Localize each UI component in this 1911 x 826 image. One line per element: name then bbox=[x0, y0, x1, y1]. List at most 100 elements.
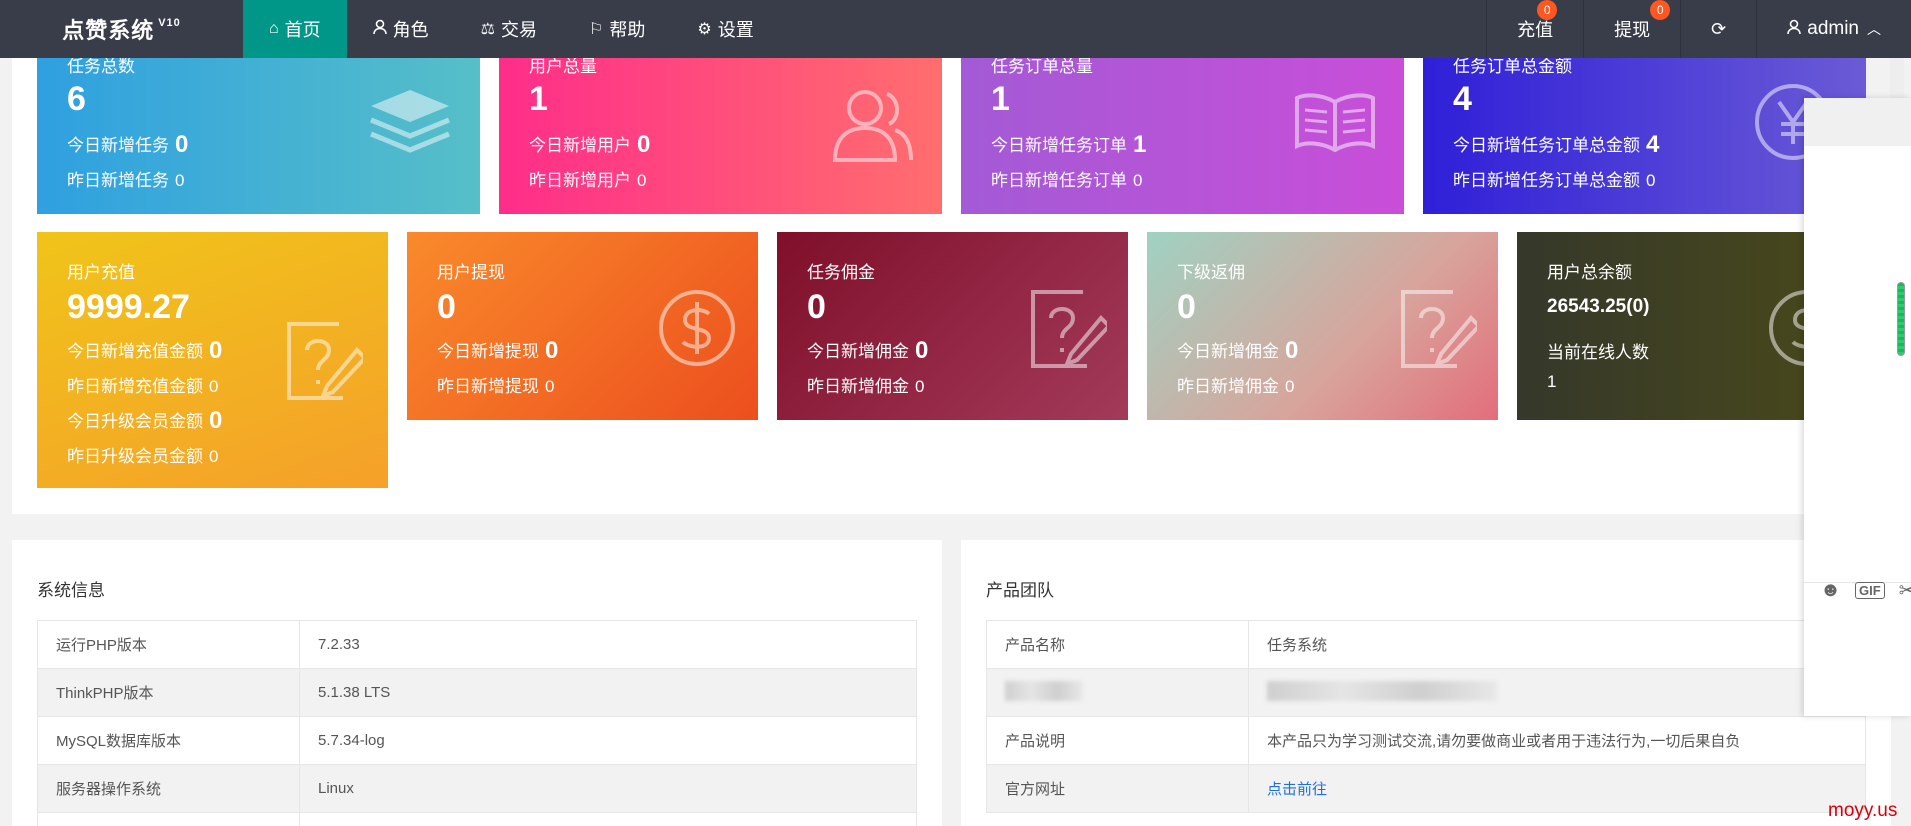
card-line-label: 今日新增任务订单 bbox=[991, 136, 1127, 155]
card-value: 26543.25(0) bbox=[1547, 296, 1650, 317]
nav-label: 帮助 bbox=[609, 20, 646, 40]
user-menu[interactable]: admin ︿ bbox=[1756, 0, 1911, 58]
card-withdraw: 用户提现 0 今日新增提现 0 昨日新增提现 0 bbox=[407, 232, 758, 420]
blurred-text bbox=[1005, 680, 1083, 701]
blurred-text bbox=[1267, 680, 1497, 701]
card-line-label: 今日新增任务 bbox=[67, 136, 169, 155]
recharge-badge: 0 bbox=[1537, 0, 1558, 20]
brand-logo[interactable]: 点赞系统 V10 bbox=[0, 0, 243, 58]
card-line-label: 今日新增任务订单总金额 bbox=[1453, 136, 1640, 155]
card-value: 1 bbox=[991, 80, 1010, 118]
card-line-value: 0 bbox=[637, 131, 651, 158]
table-cell-label: 服务器操作系统 bbox=[37, 764, 300, 813]
withdraw-button[interactable]: 提现 0 bbox=[1583, 0, 1680, 58]
edit-question-icon bbox=[287, 322, 363, 400]
card-line-value: 1 bbox=[1133, 131, 1147, 158]
product-team-table: 产品名称 任务系统 产品说明 本产品只为学习测试交流,请勿要做商业或者用于违法行为,… bbox=[986, 620, 1866, 813]
card-value: 9999.27 bbox=[67, 288, 190, 326]
card-order-amount: 任务订单总金额 4 今日新增任务订单总金额 4 昨日新增任务订单总金额 0 bbox=[1423, 58, 1866, 214]
table-row: ThinkPHP版本 5.1.38 LTS bbox=[37, 668, 917, 717]
refresh-icon: ⟳ bbox=[1711, 18, 1727, 39]
card-value: 6 bbox=[67, 80, 86, 118]
table-row: MySQL数据库版本 5.7.34-log bbox=[37, 716, 917, 765]
withdraw-label: 提现 bbox=[1614, 20, 1651, 40]
nav-label: 角色 bbox=[392, 20, 429, 40]
product-team-panel: 产品团队 产品名称 任务系统 产品说明 本产品只为学习测试交流,请勿要做商业或者用于… bbox=[961, 540, 1891, 826]
gear-icon: ⚙ bbox=[697, 21, 712, 38]
user-icon bbox=[372, 19, 387, 40]
emoji-icon[interactable]: ☻ bbox=[1820, 579, 1841, 602]
card-line-label: 昨日升级会员金额 bbox=[67, 447, 203, 466]
refresh-button[interactable]: ⟳ bbox=[1680, 0, 1756, 58]
card-line-label: 今日新增提现 bbox=[437, 342, 539, 361]
card-line-label: 昨日新增佣金 bbox=[807, 377, 909, 396]
card-title: 用户总余额 bbox=[1547, 263, 1632, 282]
chevron-up-icon: ︿ bbox=[1867, 21, 1881, 37]
card-line-value: 0 bbox=[915, 337, 929, 364]
system-info-table: 运行PHP版本 7.2.33 ThinkPHP版本 5.1.38 LTS MySQL… bbox=[37, 620, 917, 826]
card-value: 0 bbox=[437, 288, 456, 326]
home-icon: ⌂ bbox=[269, 20, 279, 37]
card-value: 0 bbox=[807, 288, 826, 326]
table-row bbox=[986, 668, 1866, 717]
recharge-button[interactable]: 充值 0 bbox=[1486, 0, 1583, 58]
card-line-value: 4 bbox=[1646, 131, 1660, 158]
book-icon bbox=[1295, 93, 1375, 153]
card-line-label: 今日新增佣金 bbox=[807, 342, 909, 361]
edit-question-icon bbox=[1031, 290, 1107, 368]
table-cell-label: 产品名称 bbox=[986, 620, 1249, 669]
card-order-total: 任务订单总量 1 今日新增任务订单 1 昨日新增任务订单 0 bbox=[961, 58, 1404, 214]
card-line-value: 0 bbox=[209, 377, 219, 396]
card-line-label: 昨日新增充值金额 bbox=[67, 377, 203, 396]
card-title: 用户充值 bbox=[67, 263, 135, 282]
chat-header bbox=[1804, 98, 1911, 146]
user-icon bbox=[1787, 19, 1802, 40]
page-scrollbar[interactable] bbox=[1890, 58, 1904, 98]
card-line-label: 昨日新增用户 bbox=[529, 171, 631, 190]
table-row: 产品名称 任务系统 bbox=[986, 620, 1866, 669]
nav-item-trade[interactable]: ⚖ 交易 bbox=[455, 0, 563, 58]
watermark-text: moyy.us bbox=[1828, 800, 1898, 821]
gif-button[interactable]: GIF bbox=[1855, 582, 1885, 599]
table-row: 产品说明 本产品只为学习测试交流,请勿要做商业或者用于违法行为,一切后果自负 bbox=[986, 716, 1866, 765]
table-cell-label: 运行PHP版本 bbox=[37, 620, 300, 669]
nav-item-help[interactable]: ⚐ 帮助 bbox=[563, 0, 671, 58]
scale-icon: ⚖ bbox=[480, 21, 496, 38]
card-line-label: 今日新增用户 bbox=[529, 136, 631, 155]
nav-label: 首页 bbox=[284, 20, 321, 40]
card-title: 任务佣金 bbox=[807, 263, 875, 282]
chat-toolbar: ☻ GIF ✂ bbox=[1820, 578, 1911, 603]
nav-item-settings[interactable]: ⚙ 设置 bbox=[671, 0, 779, 58]
official-site-link[interactable]: 点击前往 bbox=[1267, 781, 1327, 798]
table-row: 官方网址 点击前往 bbox=[986, 764, 1866, 813]
table-cell-value: Linux bbox=[299, 764, 917, 813]
card-commission: 任务佣金 0 今日新增佣金 0 昨日新增佣金 0 bbox=[777, 232, 1128, 420]
card-line-value: 0 bbox=[175, 131, 189, 158]
dollar-icon bbox=[659, 290, 735, 366]
layers-icon bbox=[370, 90, 450, 153]
card-title: 任务订单总量 bbox=[991, 58, 1093, 76]
nav-item-role[interactable]: 角色 bbox=[347, 0, 455, 58]
card-line-value: 0 bbox=[175, 171, 185, 190]
card-title: 任务总数 bbox=[67, 58, 135, 76]
scissors-icon[interactable]: ✂ bbox=[1899, 578, 1911, 603]
card-line-value: 1 bbox=[1547, 372, 1557, 391]
card-line-label: 今日新增充值金额 bbox=[67, 342, 203, 361]
card-line-label: 今日新增佣金 bbox=[1177, 342, 1279, 361]
card-title: 用户提现 bbox=[437, 263, 505, 282]
card-line-value: 0 bbox=[545, 337, 559, 364]
system-info-title: 系统信息 bbox=[37, 581, 105, 600]
card-value: 1 bbox=[529, 80, 548, 118]
card-value: 0 bbox=[1177, 288, 1196, 326]
card-sub-commission: 下级返佣 0 今日新增佣金 0 昨日新增佣金 0 bbox=[1147, 232, 1498, 420]
table-cell-value: 7.2.33 bbox=[299, 620, 917, 669]
table-cell-value: 任务系统 bbox=[1248, 620, 1866, 669]
chat-widget: ☻ GIF ✂ bbox=[1804, 98, 1911, 716]
nav-label: 设置 bbox=[717, 20, 754, 40]
card-line-label: 昨日新增任务 bbox=[67, 171, 169, 190]
card-task-total: 任务总数 6 今日新增任务 0 昨日新增任务 0 bbox=[37, 58, 480, 214]
card-line-value: 0 bbox=[209, 407, 223, 434]
stats-panel: 任务总数 6 今日新增任务 0 昨日新增任务 0 用户总量 1 今日新增用户 0 昨日… bbox=[12, 58, 1868, 514]
system-info-panel: 系统信息 运行PHP版本 7.2.33 ThinkPHP版本 5.1.38 LTS … bbox=[12, 540, 942, 826]
nav-item-home[interactable]: ⌂ 首页 bbox=[243, 0, 347, 58]
